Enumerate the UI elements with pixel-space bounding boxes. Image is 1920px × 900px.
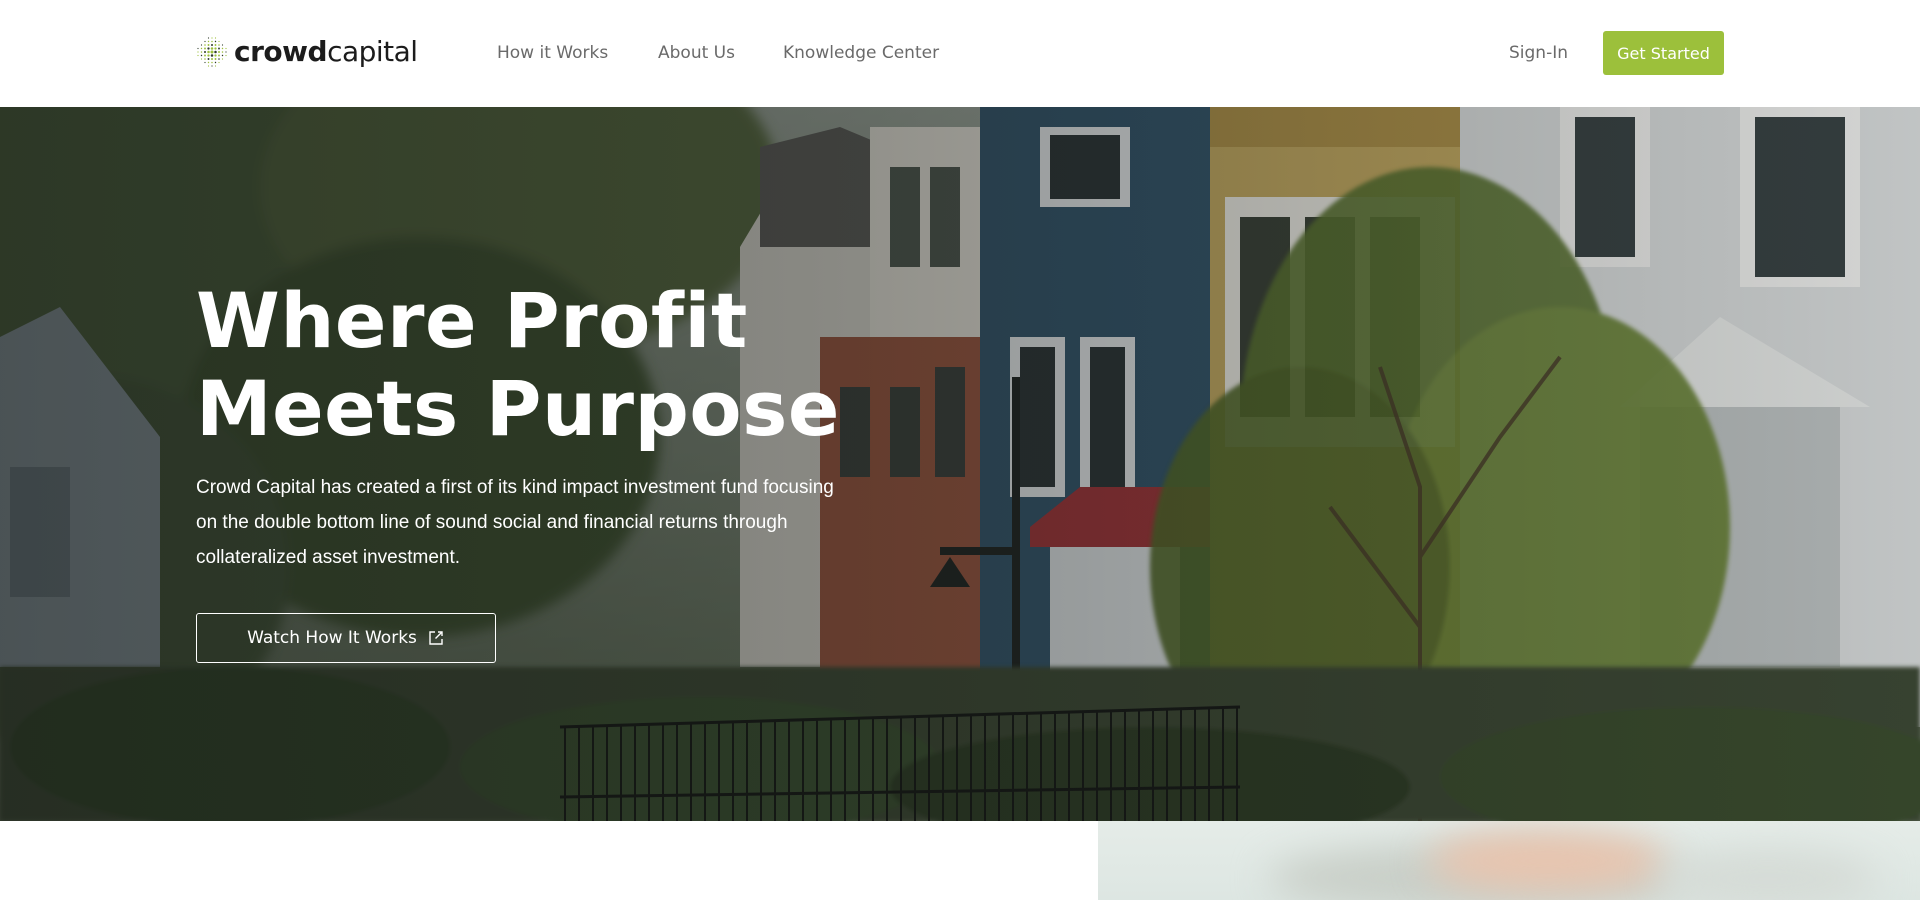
logo-word-crowd: crowd — [234, 35, 328, 68]
next-section-image — [1098, 821, 1920, 900]
hero-dark-overlay — [0, 107, 1920, 821]
image-blur-shape — [1428, 831, 1668, 891]
logo-wordmark: crowdcapital — [234, 38, 418, 66]
hero-title-line-2: Meets Purpose — [196, 364, 840, 453]
hero-description: Crowd Capital has created a first of its… — [196, 477, 834, 568]
sign-in-link[interactable]: Sign-In — [1509, 43, 1568, 63]
image-blur-shape — [1658, 849, 1878, 900]
site-header: crowdcapital How it Works About Us Knowl… — [0, 0, 1920, 107]
hero-section: Where Profit Meets Purpose Crowd Capital… — [0, 107, 1920, 821]
next-section-left — [0, 821, 1098, 900]
crowdcapital-logo[interactable]: crowdcapital — [196, 34, 418, 70]
watch-how-it-works-button[interactable]: Watch How It Works — [196, 613, 496, 663]
hero-title-line-1: Where Profit — [196, 276, 748, 365]
hero-title: Where Profit Meets Purpose — [196, 277, 956, 453]
nav-link-about-us[interactable]: About Us — [658, 43, 735, 63]
nav-link-how-it-works[interactable]: How it Works — [497, 43, 608, 63]
get-started-button[interactable]: Get Started — [1603, 31, 1724, 75]
watch-button-label: Watch How It Works — [247, 628, 417, 648]
external-link-icon — [429, 631, 443, 645]
dotted-sphere-logo-icon — [197, 37, 227, 67]
logo-word-capital: capital — [327, 35, 418, 68]
nav-link-knowledge-center[interactable]: Knowledge Center — [783, 43, 939, 63]
